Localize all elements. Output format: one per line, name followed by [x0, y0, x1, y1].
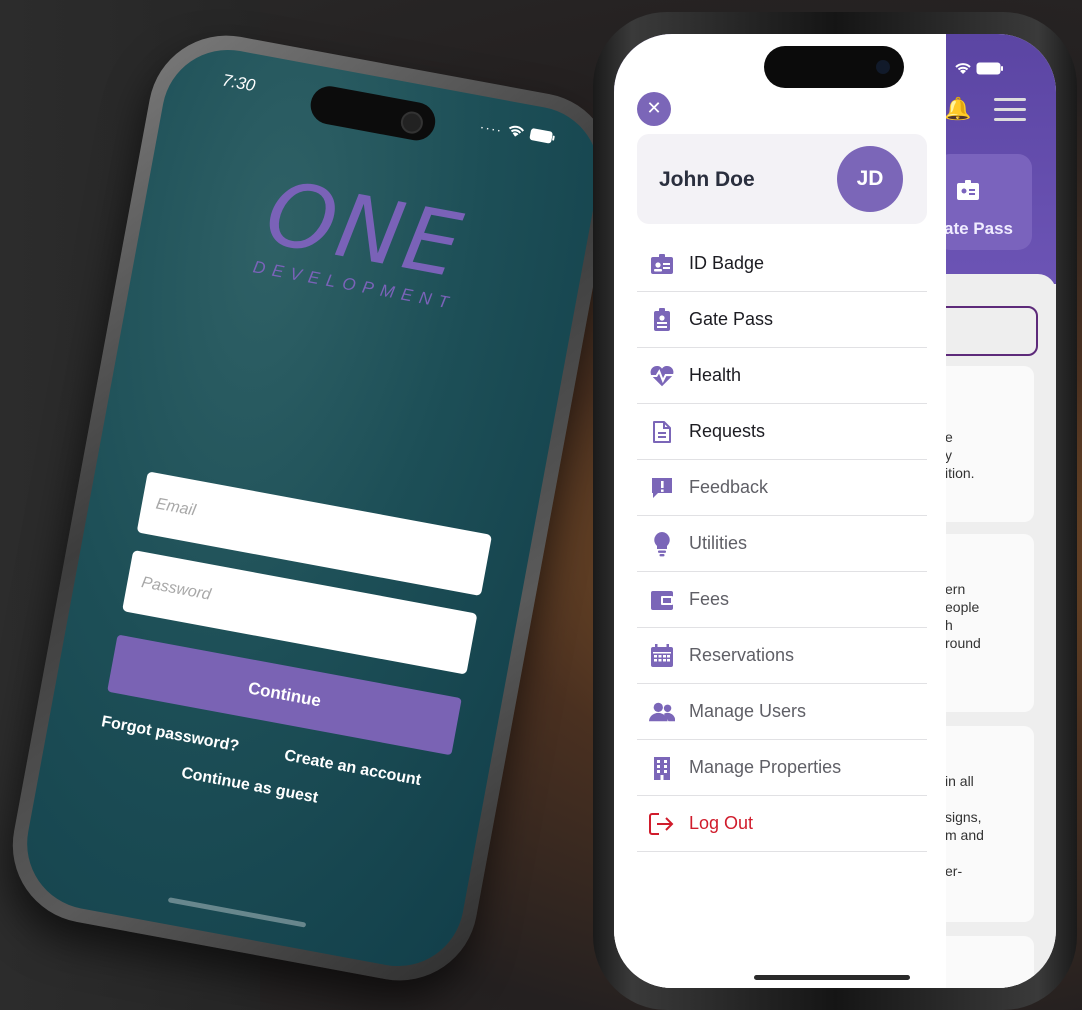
feedback-icon	[649, 475, 675, 501]
card-text: m and	[945, 827, 984, 843]
card-text: er-	[945, 863, 963, 879]
menu-item-label: Manage Users	[689, 701, 807, 721]
card-text: round	[945, 635, 981, 651]
signal-icon: ····	[478, 118, 504, 139]
menu-screen: 🔔 ate Pass e y ition. ern eople h round …	[614, 34, 1056, 988]
user-profile-card[interactable]: John Doe JD	[637, 134, 927, 224]
menu-item-log-out[interactable]: Log Out	[637, 796, 927, 852]
card-text	[945, 790, 1034, 808]
avatar[interactable]: JD	[837, 146, 903, 212]
menu-item-label: Utilities	[689, 533, 748, 553]
side-drawer: ✕ John Doe JD ID Badge Gate Pass Health …	[614, 34, 946, 988]
menu-item-utilities[interactable]: Utilities	[637, 516, 927, 572]
dynamic-island	[307, 83, 439, 144]
menu-item-health[interactable]: Health	[637, 348, 927, 404]
menu-item-label: Gate Pass	[689, 309, 774, 329]
menu-item-requests[interactable]: Requests	[637, 404, 927, 460]
menu-item-label: ID Badge	[689, 253, 765, 273]
menu-item-label: Fees	[689, 589, 730, 609]
camera-icon	[876, 60, 890, 74]
lightbulb-icon	[649, 531, 675, 557]
status-time: 7:30	[220, 70, 257, 96]
user-name: John Doe	[659, 168, 755, 191]
calendar-icon	[649, 643, 675, 669]
logout-icon	[649, 811, 675, 837]
battery-icon	[528, 127, 556, 147]
card-text: ition.	[945, 465, 975, 481]
home-indicator	[167, 897, 307, 928]
card-text	[945, 844, 1034, 862]
drawer-menu: ID Badge Gate Pass Health Requests Feedb…	[637, 236, 927, 852]
menu-item-id-badge[interactable]: ID Badge	[637, 236, 927, 292]
menu-item-reservations[interactable]: Reservations	[637, 628, 927, 684]
menu-item-feedback[interactable]: Feedback	[637, 460, 927, 516]
menu-item-label: Health	[689, 365, 742, 385]
card-text: in all	[945, 773, 974, 789]
card-text: h	[945, 617, 953, 633]
forgot-password-link[interactable]: Forgot password?	[100, 713, 240, 756]
building-icon	[649, 755, 675, 781]
document-icon	[649, 419, 675, 445]
card-text: e	[945, 429, 953, 445]
menu-item-label: Requests	[689, 421, 766, 441]
menu-item-manage-properties[interactable]: Manage Properties	[637, 740, 927, 796]
wifi-icon	[506, 123, 531, 143]
menu-item-fees[interactable]: Fees	[637, 572, 927, 628]
home-indicator	[754, 975, 910, 980]
card-text: signs,	[945, 809, 982, 825]
menu-item-label: Feedback	[689, 477, 769, 497]
wifi-icon	[955, 63, 971, 74]
dynamic-island	[764, 46, 904, 88]
card-text: y	[945, 447, 952, 463]
heartbeat-icon	[649, 363, 675, 389]
menu-phone: 🔔 ate Pass e y ition. ern eople h round …	[593, 12, 1077, 1010]
menu-item-label: Manage Properties	[689, 757, 842, 777]
card-text: eople	[945, 599, 980, 615]
bell-icon: 🔔	[944, 96, 972, 121]
menu-item-manage-users[interactable]: Manage Users	[637, 684, 927, 740]
gate-pass-tile-label: ate Pass	[944, 219, 1013, 238]
status-icons	[954, 62, 1004, 79]
hamburger-menu-icon[interactable]	[994, 98, 1026, 128]
app-logo: ONE DEVELOPMENT	[135, 145, 590, 336]
continue-as-guest-link[interactable]: Continue as guest	[180, 765, 319, 808]
badge-icon	[956, 179, 980, 207]
menu-item-gate-pass[interactable]: Gate Pass	[637, 292, 927, 348]
gate-pass-icon	[649, 307, 675, 333]
close-drawer-button[interactable]: ✕	[637, 92, 671, 126]
menu-item-label: Log Out	[689, 813, 754, 833]
create-account-link[interactable]: Create an account	[283, 747, 422, 790]
users-icon	[649, 699, 675, 725]
id-badge-icon	[649, 251, 675, 277]
card-text: ern	[945, 581, 966, 597]
camera-icon	[399, 109, 425, 136]
status-icons: ····	[479, 118, 557, 148]
wallet-icon	[649, 587, 675, 613]
battery-icon	[976, 62, 1004, 75]
menu-item-label: Reservations	[689, 645, 795, 665]
